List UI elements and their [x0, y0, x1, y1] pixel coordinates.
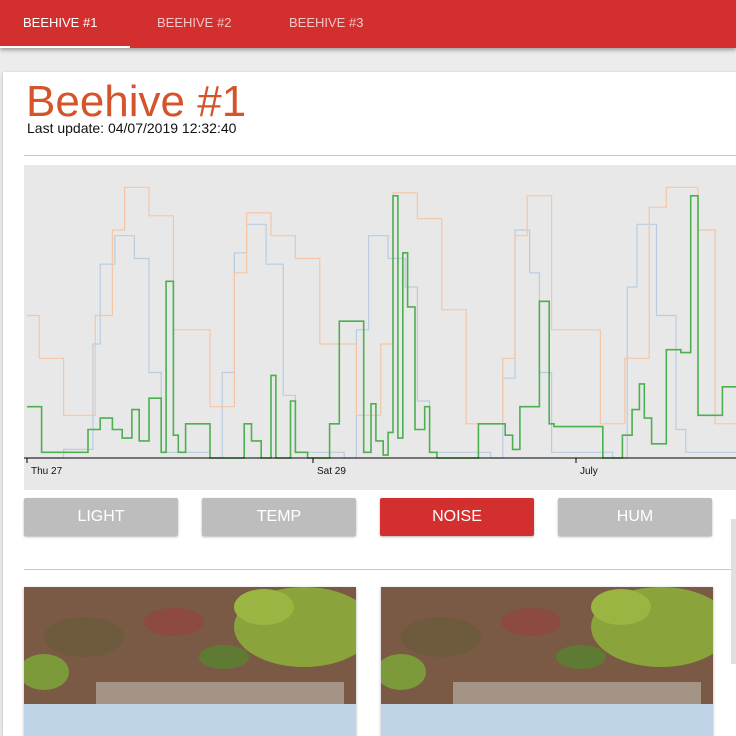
x-tick-label: Thu 27	[31, 466, 63, 477]
chart-svg: Thu 27 Sat 29 July	[24, 186, 736, 477]
page-title: Beehive #1	[26, 77, 247, 126]
series-line-1	[27, 186, 736, 425]
x-tick-label: July	[580, 466, 598, 477]
top-app-bar: BEEHIVE #1 BEEHIVE #2 BEEHIVE #3	[0, 0, 736, 48]
light-button[interactable]: LIGHT	[24, 498, 178, 536]
temp-button[interactable]: TEMP	[202, 498, 356, 536]
noise-button[interactable]: NOISE	[380, 498, 534, 536]
tab-beehive-1[interactable]: BEEHIVE #1	[23, 0, 97, 48]
tab-beehive-3[interactable]: BEEHIVE #3	[289, 0, 363, 48]
next-photo-edge	[731, 519, 736, 664]
hive-card: Beehive #1 Last update: 04/07/2019 12:32…	[3, 72, 736, 736]
hive-photo-1	[24, 587, 356, 736]
hum-button[interactable]: HUM	[558, 498, 712, 536]
hive-photo-2	[381, 587, 713, 736]
last-update-text: Last update: 04/07/2019 12:32:40	[27, 120, 237, 136]
divider-top	[24, 155, 736, 156]
x-tick-label: Sat 29	[317, 466, 346, 477]
garden-photo-image	[24, 587, 356, 736]
active-tab-indicator	[0, 46, 130, 48]
divider-bottom	[24, 569, 736, 570]
tab-beehive-2[interactable]: BEEHIVE #2	[157, 0, 231, 48]
garden-photo-image	[381, 587, 713, 736]
sensor-chart[interactable]: Thu 27 Sat 29 July	[24, 165, 736, 490]
series-line-2	[27, 223, 736, 459]
